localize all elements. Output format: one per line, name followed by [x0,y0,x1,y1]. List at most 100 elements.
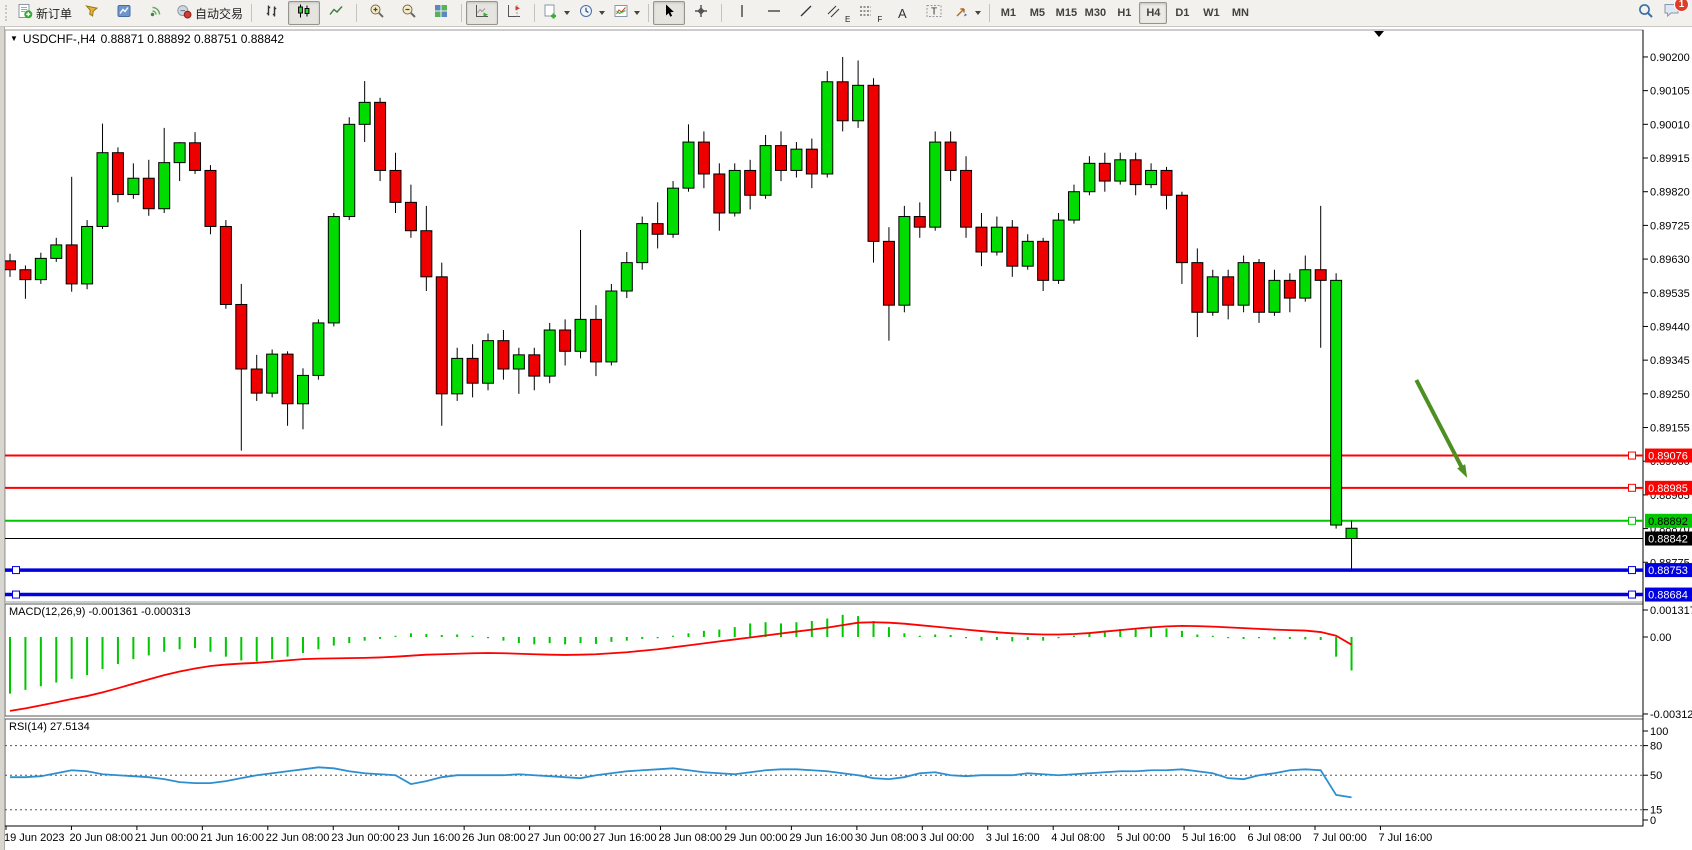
macd-histogram-bar [395,636,397,637]
candle-body [930,142,941,227]
svg-text:6 Jul 08:00: 6 Jul 08:00 [1248,832,1302,844]
candle-body [128,178,139,194]
arrows-button[interactable] [950,1,985,25]
zoom-out-button[interactable] [393,1,425,25]
tile-windows-icon [433,3,449,24]
macd-histogram-bar [1227,637,1229,638]
macd-histogram-bar [672,636,674,637]
candle-body [837,82,848,121]
zoom-in-button[interactable] [361,1,393,25]
auto-scroll-button[interactable] [466,1,498,25]
svg-text:0.89915: 0.89915 [1650,153,1690,165]
svg-text:26 Jun 08:00: 26 Jun 08:00 [462,832,526,844]
crosshair-button[interactable] [685,1,717,25]
macd-histogram-bar [996,637,998,640]
tile-windows-button[interactable] [425,1,457,25]
macd-histogram-bar [795,622,797,637]
svg-text:0.89725: 0.89725 [1650,220,1690,232]
candle-body [35,258,46,279]
templates-button[interactable] [609,1,644,25]
fibonacci-button[interactable]: F [854,1,886,25]
search-icon[interactable] [1637,2,1655,25]
svg-text:27 Jun 00:00: 27 Jun 00:00 [528,832,592,844]
signals-button[interactable] [140,1,172,25]
timeframe-button-MN[interactable]: MN [1226,2,1254,24]
dropdown-triangle-icon[interactable]: ▼ [10,35,18,43]
vertical-line-button[interactable] [726,1,758,25]
timeframe-button-M1[interactable]: M1 [994,2,1022,24]
macd-histogram-bar [132,637,134,659]
candle-body [498,341,509,369]
svg-text:5 Jul 16:00: 5 Jul 16:00 [1182,832,1236,844]
toolbar-separator [721,4,722,22]
timeframe-button-M30[interactable]: M30 [1081,2,1109,24]
svg-text:27 Jun 16:00: 27 Jun 16:00 [593,832,657,844]
candle-body [961,170,972,227]
candle-body [544,330,555,376]
equidistant-channel-button[interactable]: E [822,1,854,25]
text-button[interactable]: A [886,1,918,25]
timeframe-button-H1[interactable]: H1 [1110,2,1138,24]
funnel-icon [84,3,100,24]
candle-body [806,149,817,174]
macd-histogram-bar [1196,635,1198,637]
candle-body [668,188,679,234]
periods-button[interactable] [574,1,609,25]
text-tool-icon: A [898,6,907,21]
line-handle[interactable] [1629,591,1636,598]
macd-histogram-bar [873,621,875,637]
main-toolbar: 新订单 自动交易 [0,0,1692,27]
candle-body [112,153,123,195]
macd-histogram-bar [1273,637,1275,639]
candle-body [390,170,401,202]
autotrading-icon [176,3,192,24]
timeframe-button-M5[interactable]: M5 [1023,2,1051,24]
price-line-badges: 0.890760.889850.888920.888420.887530.886… [1645,449,1692,602]
bar-chart-button[interactable] [256,1,288,25]
candle-body [1176,195,1187,262]
notifications-icon[interactable]: 1 [1663,2,1682,24]
macd-histogram-bar [533,637,535,644]
candle-body [328,217,339,323]
line-handle[interactable] [1629,567,1636,574]
candle-body [1331,280,1342,525]
timeframe-button-W1[interactable]: W1 [1197,2,1225,24]
timeframe-button-H4[interactable]: H4 [1139,2,1167,24]
line-handle[interactable] [13,591,20,598]
metaeditor-button[interactable] [76,1,108,25]
toolbar-separator [648,4,649,22]
candle-body [405,202,416,230]
line-handle[interactable] [13,567,20,574]
new-order-button[interactable]: 新订单 [13,1,76,25]
macd-histogram-bar [626,637,628,641]
trendline-button[interactable] [790,1,822,25]
candle-body [606,291,617,362]
timeframe-button-D1[interactable]: D1 [1168,2,1196,24]
horizontal-line-button[interactable] [758,1,790,25]
autotrading-button[interactable]: 自动交易 [172,1,247,25]
fibonacci-letter: F [877,15,882,24]
svg-text:0.89076: 0.89076 [1648,451,1688,463]
text-label-button[interactable]: T [918,1,950,25]
chart-profile-button[interactable] [108,1,140,25]
line-handle[interactable] [1629,517,1636,524]
line-chart-button[interactable] [320,1,352,25]
chart-shift-button[interactable] [498,1,530,25]
timeframe-button-M15[interactable]: M15 [1052,2,1080,24]
line-handle[interactable] [1629,484,1636,491]
macd-histogram-bar [1181,631,1183,637]
candle-body [205,170,216,226]
macd-histogram-bar [903,633,905,637]
macd-histogram-bar [580,637,582,643]
chart-canvas[interactable]: 0.902000.901050.900100.899150.898200.897… [0,0,1692,850]
macd-histogram-bar [256,637,258,662]
macd-histogram-bar [225,637,227,657]
macd-histogram-bar [364,637,366,641]
dropdown-caret-icon [599,11,605,15]
line-handle[interactable] [1629,452,1636,459]
macd-histogram-bar [718,630,720,637]
cursor-button[interactable] [653,1,685,25]
indicators-button[interactable] [539,1,574,25]
candle-body [1022,241,1033,266]
candlestick-chart-button[interactable] [288,1,320,25]
